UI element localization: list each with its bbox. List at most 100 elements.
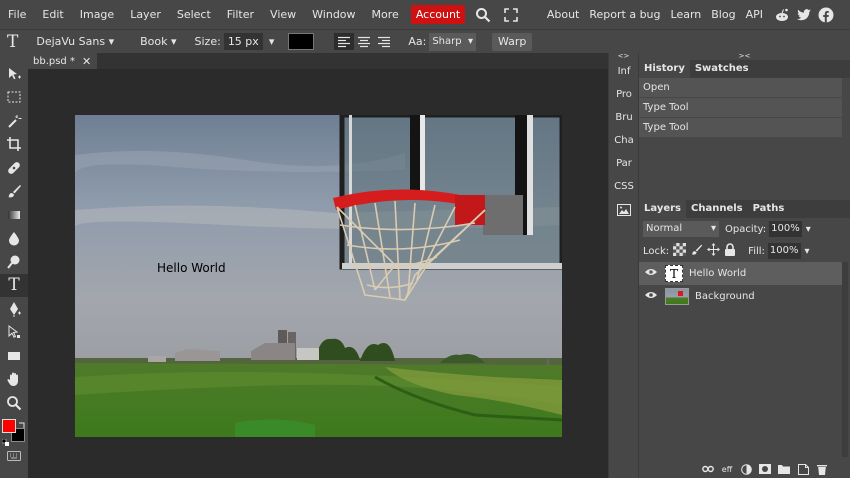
facebook-icon[interactable] — [818, 7, 834, 23]
canvas-text-layer[interactable]: Hello World — [157, 261, 226, 275]
menu-image[interactable]: Image — [72, 0, 122, 29]
account-button[interactable]: Account — [410, 5, 466, 24]
canvas[interactable]: Hello World — [75, 115, 562, 437]
magic-wand-icon[interactable] — [0, 109, 28, 133]
opacity-input[interactable]: 100% — [769, 221, 802, 237]
menu-window[interactable]: Window — [304, 0, 363, 29]
fill-input[interactable]: 100% — [767, 243, 801, 259]
tab-layers[interactable]: Layers — [639, 200, 686, 218]
menu-filter[interactable]: Filter — [219, 0, 262, 29]
swap-colors-icon[interactable] — [18, 419, 26, 428]
menu-edit[interactable]: Edit — [34, 0, 71, 29]
fullscreen-icon[interactable] — [501, 5, 521, 25]
link-api[interactable]: API — [741, 0, 768, 29]
align-center-button[interactable] — [354, 33, 374, 50]
font-family-value: DejaVu Sans — [36, 35, 106, 48]
shape-tool-icon[interactable] — [0, 344, 28, 368]
font-family-select[interactable]: DejaVu Sans ▾ — [36, 35, 114, 48]
type-tool-icon[interactable]: T — [0, 273, 28, 297]
font-style-select[interactable]: Book ▾ — [140, 35, 176, 48]
panel-image-icon[interactable] — [609, 198, 639, 221]
lock-transparency-icon[interactable] — [673, 243, 687, 259]
hand-tool-icon[interactable] — [0, 368, 28, 392]
effects-icon[interactable]: eff — [721, 463, 733, 475]
healing-tool-icon[interactable] — [0, 156, 28, 180]
eye-icon[interactable] — [645, 268, 657, 279]
eye-icon[interactable] — [645, 291, 657, 302]
link-learn[interactable]: Learn — [666, 0, 707, 29]
mask-icon[interactable] — [759, 463, 771, 475]
fill-dropdown-icon[interactable]: ▾ — [805, 246, 810, 257]
link-blog[interactable]: Blog — [706, 0, 740, 29]
search-icon[interactable] — [473, 5, 493, 25]
text-layer-thumbnail-icon: T — [665, 265, 683, 282]
align-left-button[interactable] — [334, 33, 355, 50]
panel-css-button[interactable]: CSS — [609, 175, 639, 198]
layer-lock-row: Lock: Fill: 100% ▾ — [639, 240, 850, 262]
opacity-dropdown-icon[interactable]: ▾ — [806, 224, 811, 235]
size-dropdown-icon[interactable]: ▾ — [269, 35, 275, 48]
panel-brush-button[interactable]: Bru — [609, 106, 639, 129]
align-right-button[interactable] — [374, 33, 394, 50]
tab-history[interactable]: History — [639, 60, 690, 78]
folder-icon[interactable] — [778, 463, 790, 475]
reddit-icon[interactable] — [774, 7, 790, 23]
delete-icon[interactable] — [816, 463, 828, 475]
layer-row-background[interactable]: Background — [639, 285, 842, 308]
gradient-tool-icon[interactable] — [0, 203, 28, 227]
antialias-select[interactable]: Sharp ▾ — [429, 32, 476, 51]
keyboard-icon[interactable] — [7, 451, 21, 461]
layer-name: Hello World — [689, 268, 747, 279]
blend-mode-value: Normal — [646, 223, 683, 234]
menu-select[interactable]: Select — [169, 0, 219, 29]
text-color-swatch[interactable] — [288, 33, 315, 50]
collapse-panel-icon[interactable]: >< — [639, 53, 850, 60]
crop-tool-icon[interactable] — [0, 133, 28, 157]
dodge-tool-icon[interactable] — [0, 250, 28, 274]
move-tool-icon[interactable] — [0, 62, 28, 86]
tab-swatches[interactable]: Swatches — [690, 60, 754, 78]
history-item[interactable]: Open — [639, 78, 842, 98]
menu-layer[interactable]: Layer — [122, 0, 169, 29]
link-about[interactable]: About — [542, 0, 585, 29]
size-input[interactable]: 15 px — [223, 33, 263, 50]
reset-colors-icon[interactable] — [1, 436, 9, 446]
twitter-icon[interactable] — [796, 7, 812, 23]
document-tab[interactable]: bb.psd * ✕ — [28, 53, 97, 69]
warp-button[interactable]: Warp — [492, 32, 533, 51]
pen-tool-icon[interactable] — [0, 297, 28, 321]
panel-properties-button[interactable]: Pro — [609, 83, 639, 106]
history-item[interactable]: Type Tool — [639, 98, 842, 118]
tab-paths[interactable]: Paths — [748, 200, 790, 218]
blend-mode-select[interactable]: Normal ▾ — [643, 221, 719, 237]
layers-panel-tabs: Layers Channels Paths — [639, 200, 850, 218]
chevron-down-icon: ▾ — [467, 35, 473, 47]
lock-position-icon[interactable] — [707, 243, 721, 259]
link-icon[interactable] — [702, 463, 714, 475]
menu-more[interactable]: More — [364, 0, 407, 29]
color-swatches[interactable] — [1, 419, 28, 446]
layers-scrollbar[interactable] — [842, 262, 848, 457]
brush-tool-icon[interactable] — [0, 180, 28, 204]
menu-view[interactable]: View — [262, 0, 304, 29]
new-layer-icon[interactable] — [797, 463, 809, 475]
tab-channels[interactable]: Channels — [686, 200, 748, 218]
blur-tool-icon[interactable] — [0, 227, 28, 251]
menu-file[interactable]: File — [0, 0, 34, 29]
panel-info-button[interactable]: Inf — [609, 60, 639, 83]
lock-pixels-icon[interactable] — [690, 243, 703, 259]
history-item[interactable]: Type Tool — [639, 118, 842, 138]
close-icon[interactable]: ✕ — [82, 55, 91, 68]
panel-paragraph-button[interactable]: Par — [609, 152, 639, 175]
path-select-icon[interactable] — [0, 321, 28, 345]
foreground-color-swatch[interactable] — [2, 419, 16, 433]
zoom-tool-icon[interactable] — [0, 391, 28, 415]
link-report-bug[interactable]: Report a bug — [584, 0, 665, 29]
lock-all-icon[interactable] — [724, 243, 736, 259]
marquee-tool-icon[interactable] — [0, 86, 28, 110]
adjustment-icon[interactable] — [740, 463, 752, 475]
panel-character-button[interactable]: Cha — [609, 129, 639, 152]
size-label: Size: — [194, 35, 221, 48]
layer-row-text[interactable]: T Hello World — [639, 262, 842, 285]
collapse-panel-icon[interactable]: <> — [609, 53, 638, 60]
